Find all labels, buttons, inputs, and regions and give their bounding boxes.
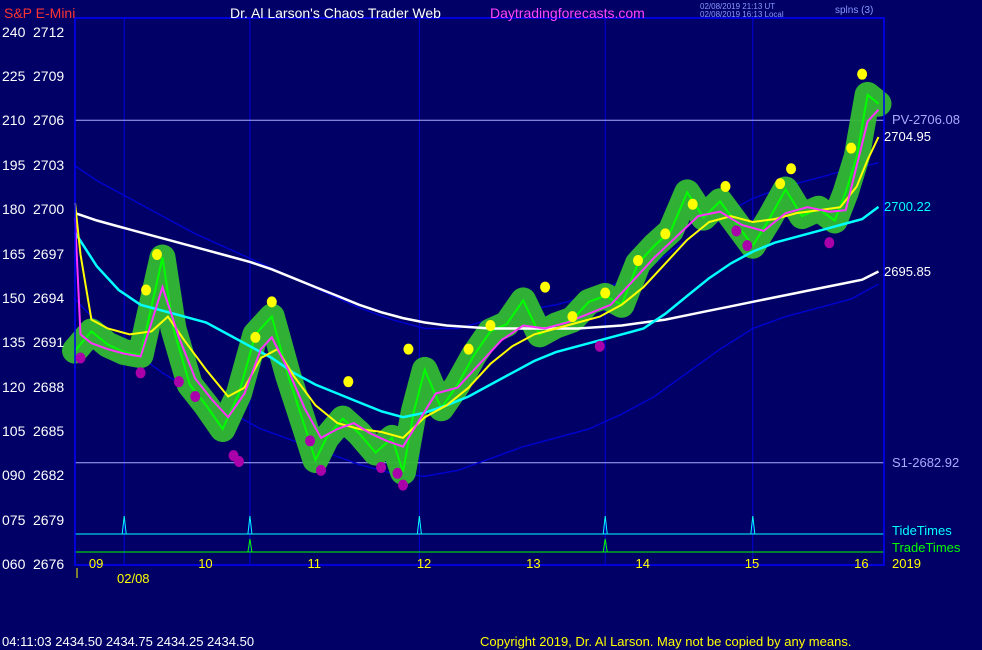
y-tick-left-105: 105 bbox=[2, 422, 26, 439]
high-marker-10 bbox=[600, 287, 611, 299]
y-tick-left-120: 120 bbox=[2, 378, 26, 395]
y-tick-left-240: 240 bbox=[2, 23, 26, 40]
y-tick-right-2688: 2688 bbox=[33, 378, 65, 395]
high-marker-9 bbox=[567, 311, 578, 323]
y-tick-left-165: 165 bbox=[2, 245, 26, 262]
high-marker-3 bbox=[266, 296, 277, 308]
copyright: Copyright 2019, Dr. Al Larson. May not b… bbox=[480, 634, 852, 649]
low-marker-7 bbox=[315, 464, 326, 476]
y-tick-right-2697: 2697 bbox=[33, 245, 65, 262]
y-tick-right-2706: 2706 bbox=[33, 112, 65, 129]
plot-frame bbox=[74, 17, 885, 566]
y-tick-right-2685: 2685 bbox=[33, 422, 65, 439]
high-marker-8 bbox=[540, 281, 551, 293]
series-layer bbox=[73, 93, 880, 473]
low-marker-9 bbox=[392, 467, 403, 479]
y-tick-right-2712: 2712 bbox=[33, 23, 65, 40]
high-marker-5 bbox=[403, 343, 414, 355]
legend-trade: TradeTimes bbox=[892, 540, 961, 555]
low-marker-8 bbox=[376, 461, 387, 473]
grid-layer bbox=[75, 18, 884, 578]
y-tick-right-2709: 2709 bbox=[33, 68, 65, 85]
low-marker-13 bbox=[742, 240, 753, 252]
high-marker-16 bbox=[786, 163, 797, 175]
low-marker-11 bbox=[594, 340, 605, 352]
high-marker-15 bbox=[775, 178, 786, 190]
end-label-0: 2704.95 bbox=[884, 129, 931, 144]
y-tick-right-2676: 2676 bbox=[33, 556, 65, 572]
low-marker-10 bbox=[397, 479, 408, 491]
low-marker-5 bbox=[233, 456, 244, 468]
x-tick-13: 13 bbox=[526, 556, 541, 571]
y-tick-left-075: 075 bbox=[2, 511, 26, 528]
y-tick-right-2694: 2694 bbox=[33, 289, 65, 306]
y-tick-left-180: 180 bbox=[2, 201, 26, 218]
x-tick-16: 16 bbox=[854, 556, 869, 571]
high-marker-0 bbox=[141, 284, 152, 296]
x-tick-14: 14 bbox=[635, 556, 650, 571]
y-tick-left-135: 135 bbox=[2, 334, 26, 351]
y-tick-left-090: 090 bbox=[2, 467, 26, 484]
y-tick-left-195: 195 bbox=[2, 156, 26, 173]
y-tick-right-2682: 2682 bbox=[33, 467, 65, 484]
x-tick-11: 11 bbox=[307, 556, 322, 571]
low-marker-14 bbox=[824, 237, 835, 249]
chart-canvas bbox=[62, 17, 892, 578]
price-glow bbox=[62, 81, 892, 485]
high-marker-12 bbox=[660, 228, 671, 240]
high-marker-17 bbox=[846, 142, 857, 154]
high-marker-6 bbox=[463, 343, 474, 355]
low-marker-3 bbox=[190, 390, 201, 402]
high-marker-18 bbox=[857, 68, 868, 80]
x-tick-09: 09 bbox=[88, 556, 104, 571]
marker-layer bbox=[75, 68, 868, 491]
low-marker-2 bbox=[173, 376, 184, 388]
timestamp-local: 02/08/2019 16:13 Local bbox=[700, 10, 784, 19]
high-marker-11 bbox=[633, 254, 644, 266]
low-marker-12 bbox=[731, 225, 742, 237]
y-tick-left-210: 210 bbox=[2, 112, 26, 129]
timing-layer bbox=[75, 515, 884, 553]
end-label-1: 2700.22 bbox=[884, 198, 931, 214]
symbol-title: S&P E-Mini bbox=[4, 5, 76, 21]
high-marker-1 bbox=[151, 249, 162, 261]
y-tick-right-2700: 2700 bbox=[33, 201, 65, 218]
low-marker-6 bbox=[305, 435, 316, 447]
y-tick-right-2679: 2679 bbox=[33, 511, 65, 528]
low-marker-1 bbox=[135, 367, 146, 379]
year-label: 2019 bbox=[892, 556, 921, 571]
quote-readout: 04:11:03 2434.50 2434.75 2434.25 2434.50 bbox=[2, 634, 255, 649]
site-link[interactable]: Daytradingforecasts.com bbox=[490, 5, 645, 21]
y-tick-right-2691: 2691 bbox=[33, 334, 65, 351]
x-tick-10: 10 bbox=[198, 556, 213, 571]
price-glow-layer bbox=[62, 81, 892, 485]
corner-label: splns (3) bbox=[835, 5, 874, 16]
date-label: 02/08 bbox=[117, 571, 150, 586]
level-label-S1: S1-2682.92 bbox=[892, 454, 960, 470]
high-marker-4 bbox=[343, 376, 354, 388]
y-tick-left-060: 060 bbox=[2, 556, 26, 572]
y-tick-left-150: 150 bbox=[2, 289, 26, 306]
level-label-PV: PV-2706.08 bbox=[892, 112, 960, 128]
high-marker-14 bbox=[720, 181, 731, 193]
y-tick-right-2703: 2703 bbox=[33, 156, 65, 173]
low-marker-0 bbox=[75, 352, 86, 364]
high-marker-7 bbox=[485, 320, 496, 332]
high-marker-13 bbox=[687, 198, 698, 210]
site-title: Dr. Al Larson's Chaos Trader Web bbox=[230, 5, 441, 21]
high-marker-2 bbox=[250, 331, 261, 343]
x-tick-12: 12 bbox=[416, 556, 432, 571]
y-tick-left-225: 225 bbox=[2, 68, 26, 85]
price-line bbox=[74, 93, 880, 473]
end-label-2: 2695.85 bbox=[884, 263, 931, 279]
legend-tide: TideTimes bbox=[892, 523, 952, 538]
x-tick-15: 15 bbox=[744, 556, 760, 571]
